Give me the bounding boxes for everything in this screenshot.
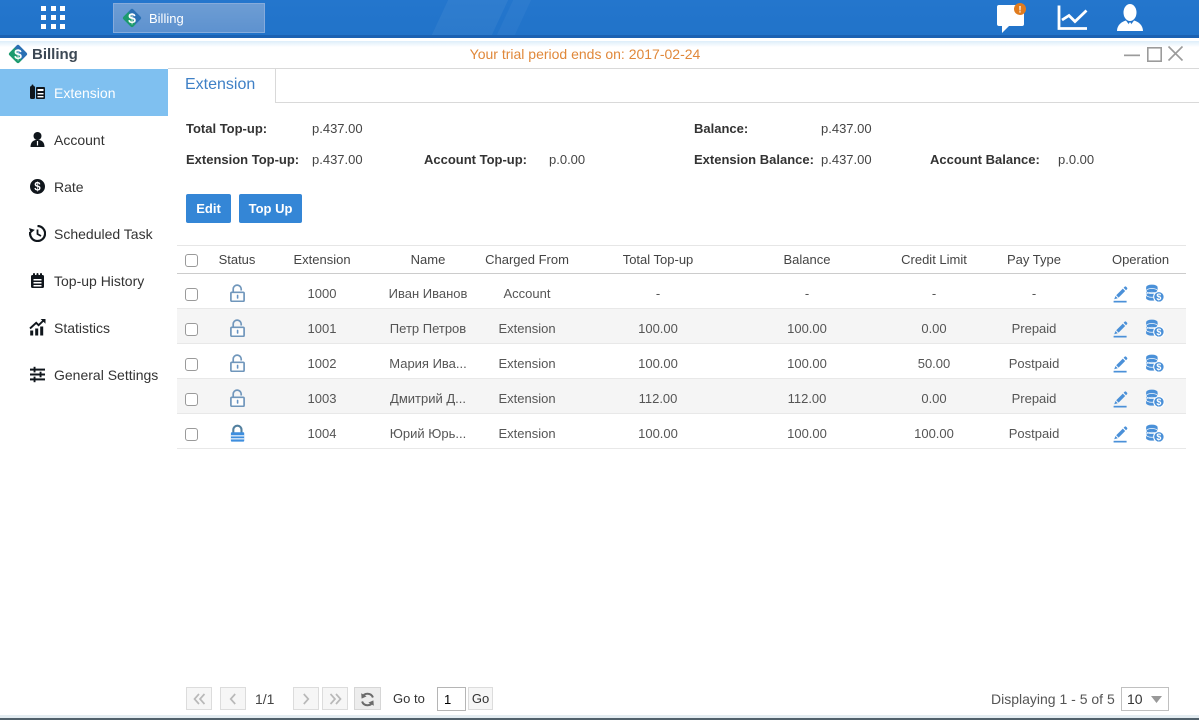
- svg-text:!: !: [1019, 5, 1022, 15]
- svg-text:$: $: [34, 182, 41, 194]
